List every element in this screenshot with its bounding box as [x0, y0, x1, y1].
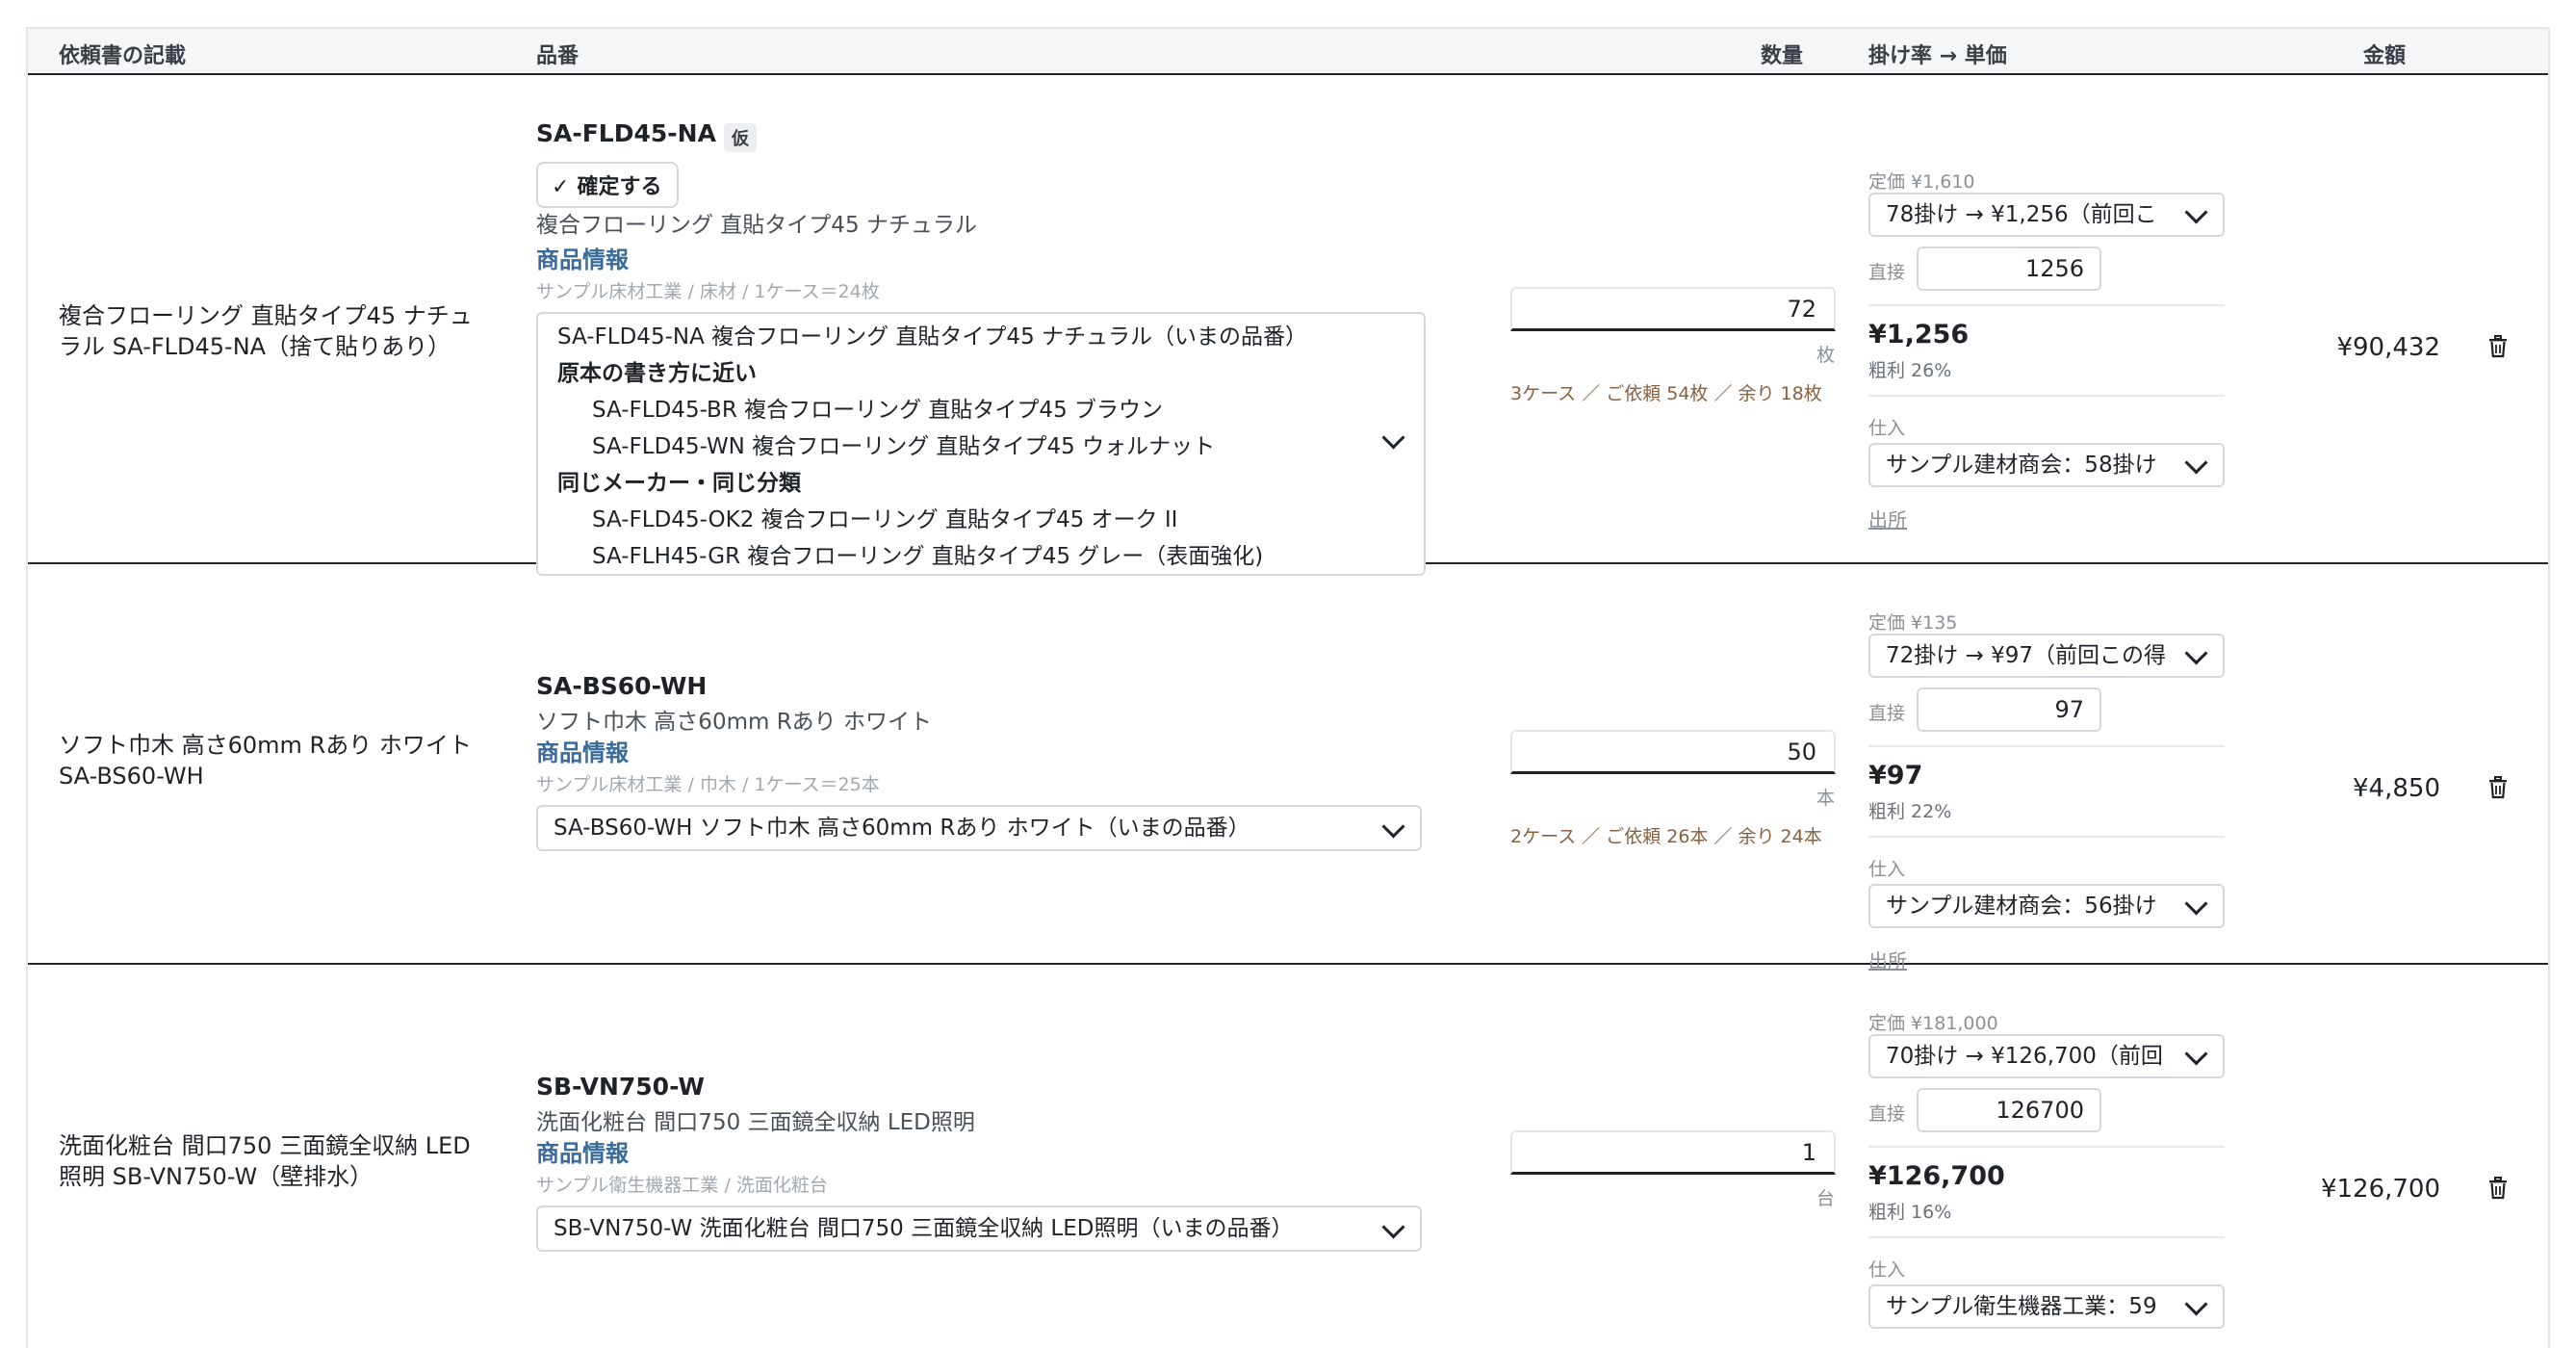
supplier-select-value: サンプル建材商会：58掛け [1886, 453, 2157, 478]
product-name: 洗面化粧台 間口750 三面鏡全収納 LED照明 [536, 1110, 975, 1135]
source-link[interactable]: 出所 [1868, 1344, 1907, 1348]
rate-select[interactable]: 70掛け → ¥126,700（前回 [1868, 1034, 2225, 1078]
direct-price-input[interactable] [1917, 1088, 2101, 1132]
chevron-down-icon [1381, 815, 1405, 839]
purchase-label: 仕入 [1868, 859, 1906, 880]
request-text: 複合フローリング 直貼タイプ45 ナチュラル SA-FLD45-NA（捨て貼りあ… [59, 302, 473, 360]
rate-select[interactable]: 72掛け → ¥97（前回この得 [1868, 634, 2225, 678]
rate-select-value: 70掛け → ¥126,700（前回 [1886, 1044, 2163, 1069]
unit-price: ¥1,256 [1868, 320, 1970, 350]
product-code: SA-BS60-WH [536, 672, 708, 700]
line-amount: ¥126,700 [2320, 1175, 2440, 1204]
rate-select[interactable]: 78掛け → ¥1,256（前回こ [1868, 193, 2225, 237]
trash-icon[interactable] [2488, 1177, 2508, 1200]
product-meta: サンプル床材工業 / 床材 / 1ケース＝24枚 [536, 281, 880, 302]
chevron-down-icon [1381, 1215, 1405, 1239]
product-info-link[interactable]: 商品情報 [536, 1134, 629, 1168]
quantity-unit: 台 [1816, 1188, 1836, 1209]
quantity-input[interactable] [1510, 730, 1836, 774]
divider [1868, 1146, 2225, 1148]
header-product: 品番 [536, 44, 580, 68]
divider [1868, 1236, 2225, 1238]
product-select-value: SB-VN750-W 洗面化粧台 間口750 三面鏡全収納 LED照明（いまの品… [554, 1216, 1294, 1241]
table-row: 複合フローリング 直貼タイプ45 ナチュラル SA-FLD45-NA（捨て貼りあ… [28, 75, 2548, 576]
header-rate: 掛け率 → 単価 [1868, 44, 2007, 68]
product-info-link[interactable]: 商品情報 [536, 734, 629, 767]
listbox-option[interactable]: SA-FLD45-OK2 複合フローリング 直貼タイプ45 オーク II [592, 501, 1177, 533]
quantity-unit: 本 [1816, 788, 1836, 809]
product-meta: サンプル床材工業 / 巾木 / 1ケース＝25本 [536, 774, 880, 795]
line-amount: ¥4,850 [2353, 774, 2440, 803]
case-info: 2ケース ／ ご依頼 26本 ／ 余り 24本 [1510, 826, 1822, 847]
quantity-unit: 枚 [1816, 345, 1836, 366]
divider [1868, 395, 2225, 397]
listbox-option[interactable]: SA-FLD45-BR 複合フローリング 直貼タイプ45 ブラウン [592, 391, 1163, 424]
list-price: 定価 ¥1,610 [1868, 171, 1975, 193]
gross-margin: 粗利 16% [1868, 1202, 1952, 1223]
provisional-badge: 仮 [723, 122, 757, 152]
listbox-group-label: 原本の書き方に近い [557, 361, 757, 386]
chevron-down-icon [1381, 426, 1405, 450]
supplier-select-value: サンプル建材商会：56掛け [1886, 894, 2157, 919]
purchase-label: 仕入 [1868, 418, 1906, 439]
product-select[interactable]: SA-BS60-WH ソフト巾木 高さ60mm Rあり ホワイト（いまの品番） [536, 805, 1422, 851]
rate-select-value: 72掛け → ¥97（前回この得 [1886, 643, 2167, 668]
table-row: 洗面化粧台 間口750 三面鏡全収納 LED照明 SB-VN750-W（壁排水）… [28, 965, 2548, 1348]
rate-select-value: 78掛け → ¥1,256（前回こ [1886, 202, 2157, 227]
table-row: ソフト巾木 高さ60mm Rあり ホワイト SA-BS60-WH SA-BS60… [28, 564, 2548, 972]
list-price: 定価 ¥181,000 [1868, 1013, 1998, 1034]
supplier-select[interactable]: サンプル衛生機器工業：59 [1868, 1284, 2225, 1329]
trash-icon[interactable] [2488, 335, 2508, 358]
direct-label: 直接 [1868, 1103, 1906, 1125]
listbox-option[interactable]: SA-FLD45-NA 複合フローリング 直貼タイプ45 ナチュラル（いまの品番… [557, 318, 1307, 350]
divider [1868, 304, 2225, 306]
line-amount: ¥90,432 [2336, 333, 2440, 362]
trash-icon[interactable] [2488, 776, 2508, 799]
listbox-group-label: 同じメーカー・同じ分類 [557, 471, 801, 496]
confirm-label: 確定する [577, 175, 662, 199]
divider [1868, 836, 2225, 838]
divider [1868, 745, 2225, 747]
direct-price-input[interactable] [1917, 246, 2101, 291]
product-name: 複合フローリング 直貼タイプ45 ナチュラル [536, 213, 977, 238]
direct-price-input[interactable] [1917, 687, 2101, 732]
direct-label: 直接 [1868, 262, 1906, 283]
supplier-select-value: サンプル衛生機器工業：59 [1886, 1294, 2157, 1319]
unit-price: ¥126,700 [1868, 1161, 2005, 1191]
quote-table: 依頼書の記載 品番 数量 掛け率 → 単価 金額 複合フローリング 直貼タイプ4… [26, 27, 2550, 1348]
header-request: 依頼書の記載 [59, 44, 187, 68]
list-price: 定価 ¥135 [1868, 612, 1958, 634]
check-icon: ✓ [552, 175, 570, 199]
request-text: 洗面化粧台 間口750 三面鏡全収納 LED照明 SB-VN750-W（壁排水） [59, 1132, 471, 1190]
product-meta: サンプル衛生機器工業 / 洗面化粧台 [536, 1175, 828, 1196]
quantity-input[interactable] [1510, 287, 1836, 331]
product-info-link[interactable]: 商品情報 [536, 241, 629, 274]
request-text: ソフト巾木 高さ60mm Rあり ホワイト SA-BS60-WH [59, 732, 472, 790]
source-link[interactable]: 出所 [1868, 505, 1907, 532]
purchase-label: 仕入 [1868, 1259, 1906, 1281]
product-select-value: SA-BS60-WH ソフト巾木 高さ60mm Rあり ホワイト（いまの品番） [554, 816, 1250, 841]
product-code: SA-FLD45-NA [536, 119, 716, 147]
gross-margin: 粗利 22% [1868, 801, 1952, 822]
product-code-line: SA-FLD45-NA 仮 [536, 119, 757, 152]
quantity-input[interactable] [1510, 1130, 1836, 1175]
product-select[interactable]: SB-VN750-W 洗面化粧台 間口750 三面鏡全収納 LED照明（いまの品… [536, 1205, 1422, 1252]
header-amount: 金額 [2363, 44, 2407, 68]
case-info: 3ケース ／ ご依頼 54枚 ／ 余り 18枚 [1510, 383, 1822, 404]
table-header: 依頼書の記載 品番 数量 掛け率 → 単価 金額 [28, 29, 2548, 75]
listbox-option[interactable]: SA-FLD45-WN 複合フローリング 直貼タイプ45 ウォルナット [592, 428, 1215, 460]
product-name: ソフト巾木 高さ60mm Rあり ホワイト [536, 710, 932, 735]
product-candidate-listbox[interactable]: SA-FLD45-NA 複合フローリング 直貼タイプ45 ナチュラル（いまの品番… [536, 312, 1426, 576]
direct-label: 直接 [1868, 703, 1906, 724]
header-qty: 数量 [1761, 44, 1804, 68]
supplier-select[interactable]: サンプル建材商会：58掛け [1868, 443, 2225, 487]
unit-price: ¥97 [1868, 761, 1923, 791]
confirm-button[interactable]: ✓ 確定する [536, 162, 680, 208]
product-code: SB-VN750-W [536, 1073, 705, 1101]
supplier-select[interactable]: サンプル建材商会：56掛け [1868, 884, 2225, 928]
gross-margin: 粗利 26% [1868, 360, 1952, 381]
